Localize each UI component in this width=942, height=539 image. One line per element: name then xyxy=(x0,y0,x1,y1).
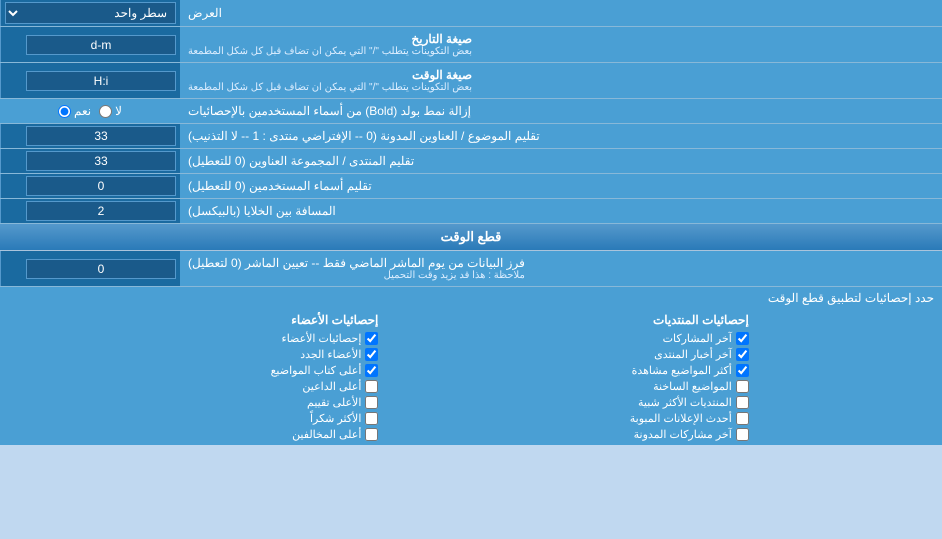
cut-time-row: فرز البيانات من يوم الماشر الماضي فقط --… xyxy=(0,251,942,287)
chk-most-viewed[interactable] xyxy=(736,364,749,377)
chk-blog-posts[interactable] xyxy=(736,428,749,441)
checkboxes-area: إحصائيات المنتديات آخر المشاركات آخر أخب… xyxy=(0,309,942,445)
checkbox-last-posts: آخر المشاركات xyxy=(378,332,748,345)
checkbox-most-thanked: الأكثر شكراً xyxy=(8,412,378,425)
checkbox-hot-topics: المواضيع الساخنة xyxy=(378,380,748,393)
checkbox-classified-ads: أحدث الإعلانات المبوبة xyxy=(378,412,748,425)
date-format-input[interactable] xyxy=(26,35,176,55)
usernames-trim-label: تقليم أسماء المستخدمين (0 للتعطيل) xyxy=(180,174,942,198)
chk-forum-news[interactable] xyxy=(736,348,749,361)
display-mode-select[interactable]: سطر واحد سطرين ثلاثة أسطر xyxy=(5,2,176,24)
forum-headings-row: تقليم المنتدى / المجموعة العناوين (0 للت… xyxy=(0,149,942,174)
chk-hot-topics[interactable] xyxy=(736,380,749,393)
time-format-row: صيغة الوقت بعض التكوينات يتطلب "/" التي … xyxy=(0,63,942,99)
topic-headings-row: تقليم الموضوع / العناوين المدونة (0 -- ا… xyxy=(0,124,942,149)
forum-headings-input[interactable] xyxy=(26,151,176,171)
apply-label-text: حدد إحصائيات لتطبيق قطع الوقت xyxy=(8,291,934,305)
chk-members-stats[interactable] xyxy=(365,332,378,345)
chk-top-authors[interactable] xyxy=(365,364,378,377)
usernames-trim-input[interactable] xyxy=(26,176,176,196)
forum-headings-input-cell xyxy=(0,149,180,173)
chk-top-rated[interactable] xyxy=(365,396,378,409)
date-format-label: صيغة التاريخ بعض التكوينات يتطلب "/" الت… xyxy=(180,27,942,62)
cell-spacing-input-cell xyxy=(0,199,180,223)
bold-remove-radio-cell: نعم لا xyxy=(0,99,180,123)
cell-spacing-row: المسافة بين الخلايا (بالبيكسل) xyxy=(0,199,942,224)
radio-yes-label[interactable]: نعم xyxy=(58,104,91,118)
topic-headings-input-cell xyxy=(0,124,180,148)
checkbox-col-empty xyxy=(749,313,934,441)
radio-yes[interactable] xyxy=(58,105,71,118)
chk-top-callers[interactable] xyxy=(365,380,378,393)
checkbox-top-callers: أعلى الداعين xyxy=(8,380,378,393)
chk-last-posts[interactable] xyxy=(736,332,749,345)
usernames-trim-input-cell xyxy=(0,174,180,198)
checkbox-top-authors: أعلى كتاب المواضيع xyxy=(8,364,378,377)
checkbox-col-members: إحصائيات الأعضاء إحصائيات الأعضاء الأعضا… xyxy=(8,313,378,441)
chk-similar-forums[interactable] xyxy=(736,396,749,409)
checkbox-similar-forums: المنتديات الأكثر شبية xyxy=(378,396,748,409)
usernames-trim-row: تقليم أسماء المستخدمين (0 للتعطيل) xyxy=(0,174,942,199)
display-mode-input-cell: سطر واحد سطرين ثلاثة أسطر xyxy=(0,0,180,26)
cut-time-input[interactable] xyxy=(26,259,176,279)
radio-no[interactable] xyxy=(99,105,112,118)
topic-headings-input[interactable] xyxy=(26,126,176,146)
cut-time-input-cell xyxy=(0,251,180,286)
forum-headings-label: تقليم المنتدى / المجموعة العناوين (0 للت… xyxy=(180,149,942,173)
time-format-input[interactable] xyxy=(26,71,176,91)
chk-most-thanked[interactable] xyxy=(365,412,378,425)
checkbox-top-violators: أعلى المخالفين xyxy=(8,428,378,441)
time-format-input-cell xyxy=(0,63,180,98)
checkbox-col-forums: إحصائيات المنتديات آخر المشاركات آخر أخب… xyxy=(378,313,748,441)
radio-no-label[interactable]: لا xyxy=(99,104,122,118)
main-container: العرض سطر واحد سطرين ثلاثة أسطر صيغة الت… xyxy=(0,0,942,445)
date-format-input-cell xyxy=(0,27,180,62)
topic-headings-label: تقليم الموضوع / العناوين المدونة (0 -- ا… xyxy=(180,124,942,148)
checkbox-top-rated: الأعلى تقييم xyxy=(8,396,378,409)
cell-spacing-label: المسافة بين الخلايا (بالبيكسل) xyxy=(180,199,942,223)
time-format-label: صيغة الوقت بعض التكوينات يتطلب "/" التي … xyxy=(180,63,942,98)
apply-row: حدد إحصائيات لتطبيق قطع الوقت xyxy=(0,287,942,309)
checkbox-new-members: الأعضاء الجدد xyxy=(8,348,378,361)
members-stats-title: إحصائيات الأعضاء xyxy=(8,313,378,329)
chk-classified-ads[interactable] xyxy=(736,412,749,425)
checkbox-members-stats: إحصائيات الأعضاء xyxy=(8,332,378,345)
chk-new-members[interactable] xyxy=(365,348,378,361)
bold-remove-label: إزالة نمط بولد (Bold) من أسماء المستخدمي… xyxy=(180,99,942,123)
cut-time-section-header: قطع الوقت xyxy=(0,224,942,251)
display-mode-label: العرض xyxy=(180,0,942,26)
checkbox-most-viewed: أكثر المواضيع مشاهدة xyxy=(378,364,748,377)
display-mode-row: العرض سطر واحد سطرين ثلاثة أسطر xyxy=(0,0,942,27)
bold-remove-row: إزالة نمط بولد (Bold) من أسماء المستخدمي… xyxy=(0,99,942,124)
cut-time-label: فرز البيانات من يوم الماشر الماضي فقط --… xyxy=(180,251,942,286)
cell-spacing-input[interactable] xyxy=(26,201,176,221)
chk-top-violators[interactable] xyxy=(365,428,378,441)
checkbox-forum-news: آخر أخبار المنتدى xyxy=(378,348,748,361)
date-format-row: صيغة التاريخ بعض التكوينات يتطلب "/" الت… xyxy=(0,27,942,63)
checkbox-blog-posts: آخر مشاركات المدونة xyxy=(378,428,748,441)
forums-stats-title: إحصائيات المنتديات xyxy=(378,313,748,329)
